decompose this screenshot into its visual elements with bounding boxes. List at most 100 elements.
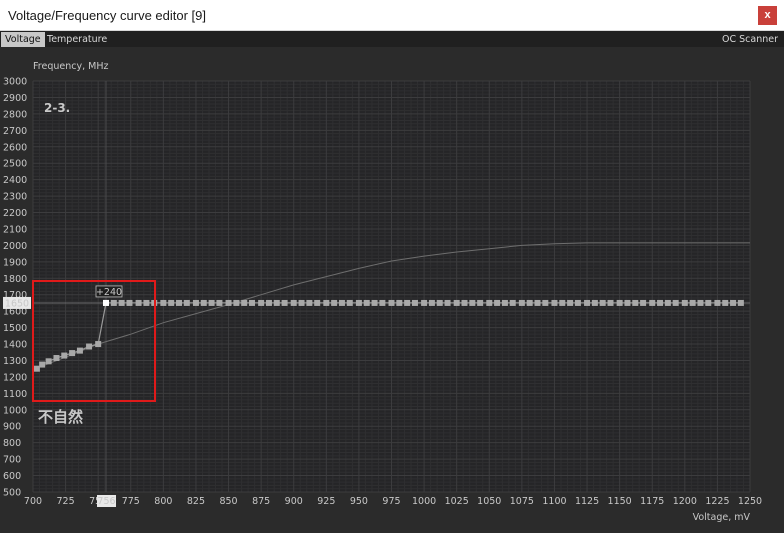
curve-point[interactable] [290,299,297,306]
curve-point[interactable] [298,299,305,306]
window-title: Voltage/Frequency curve editor [9] [8,8,207,23]
curve-point[interactable] [599,299,606,306]
curve-point[interactable] [640,299,647,306]
curve-point[interactable] [436,299,443,306]
curve-point[interactable] [314,299,321,306]
x-tick-label: 900 [285,496,303,507]
curve-point[interactable] [714,299,721,306]
curve-point[interactable] [411,299,418,306]
curve-point[interactable] [258,299,265,306]
x-tick-label: 1075 [510,496,534,507]
curve-point[interactable] [689,299,696,306]
curve-point[interactable] [331,299,338,306]
curve-point[interactable] [607,299,614,306]
curve-point[interactable] [379,299,386,306]
curve-point[interactable] [616,299,623,306]
curve-point[interactable] [534,299,541,306]
curve-point[interactable] [624,299,631,306]
curve-point[interactable] [396,299,403,306]
curve-point[interactable] [225,299,232,306]
x-tick-label: 1175 [640,496,664,507]
curve-point[interactable] [355,299,362,306]
curve-point[interactable] [584,299,591,306]
curve-point[interactable] [477,299,484,306]
curve-point[interactable] [737,299,744,306]
close-button[interactable]: x [758,6,777,25]
curve-point[interactable] [461,299,468,306]
curve-point[interactable] [388,299,395,306]
curve-point[interactable] [574,299,581,306]
curve-point[interactable] [233,299,240,306]
curve-point[interactable] [273,299,280,306]
curve-point[interactable] [371,299,378,306]
curve-point[interactable] [632,299,639,306]
curve-point[interactable] [61,352,68,359]
curve-point[interactable] [323,299,330,306]
curve-point[interactable] [265,299,272,306]
curve-point[interactable] [591,299,598,306]
curve-point[interactable] [469,299,476,306]
curve-point[interactable] [649,299,656,306]
curve-point[interactable] [486,299,493,306]
curve-point[interactable] [53,355,60,362]
curve-point[interactable] [338,299,345,306]
curve-point[interactable] [664,299,671,306]
curve-point[interactable] [722,299,729,306]
curve-point[interactable] [501,299,508,306]
vf-curve-chart[interactable]: 500 600 700 800 900 1000 1100 1200 1300 1400 1500 1… [0,31,784,533]
curve-point[interactable] [95,341,102,348]
curve-point[interactable] [657,299,664,306]
curve-point[interactable] [33,365,40,372]
y-tick-label: 600 [3,471,21,482]
curve-point[interactable] [559,299,566,306]
curve-point[interactable] [346,299,353,306]
y-tick-label: 2400 [3,175,27,186]
curve-point[interactable] [160,299,167,306]
curve-point[interactable] [306,299,313,306]
curve-point[interactable] [526,299,533,306]
curve-point[interactable] [421,299,428,306]
x-tick-label: 850 [219,496,237,507]
curve-point[interactable] [45,358,52,365]
curve-point[interactable] [551,299,558,306]
curve-point[interactable] [118,299,125,306]
curve-point[interactable] [697,299,704,306]
selected-point[interactable] [103,299,110,306]
curve-point[interactable] [135,299,142,306]
curve-point[interactable] [404,299,411,306]
curve-point[interactable] [509,299,516,306]
curve-point[interactable] [444,299,451,306]
curve-point[interactable] [76,347,83,354]
curve-point[interactable] [542,299,549,306]
region-annotation: 不自然 [38,408,83,426]
curve-point[interactable] [705,299,712,306]
curve-point[interactable] [494,299,501,306]
curve-point[interactable] [216,299,223,306]
curve-point[interactable] [428,299,435,306]
curve-point[interactable] [143,299,150,306]
curve-point[interactable] [363,299,370,306]
curve-point[interactable] [241,299,248,306]
curve-point[interactable] [281,299,288,306]
x-tick-label: 875 [252,496,270,507]
x-tick-label: 800 [154,496,172,507]
curve-point[interactable] [249,299,256,306]
curve-point[interactable] [208,299,215,306]
curve-editor-client: Voltage Temperature OC Scanner 500 600 700… [0,31,784,533]
curve-point[interactable] [200,299,207,306]
curve-point[interactable] [192,299,199,306]
curve-point[interactable] [86,343,93,350]
curve-point[interactable] [126,299,133,306]
curve-point[interactable] [39,361,46,368]
curve-point[interactable] [567,299,574,306]
curve-point[interactable] [453,299,460,306]
curve-point[interactable] [168,299,175,306]
curve-point[interactable] [672,299,679,306]
curve-point[interactable] [681,299,688,306]
curve-point[interactable] [730,299,737,306]
curve-point[interactable] [176,299,183,306]
curve-point[interactable] [110,299,117,306]
curve-point[interactable] [69,350,76,357]
curve-point[interactable] [518,299,525,306]
curve-point[interactable] [183,299,190,306]
